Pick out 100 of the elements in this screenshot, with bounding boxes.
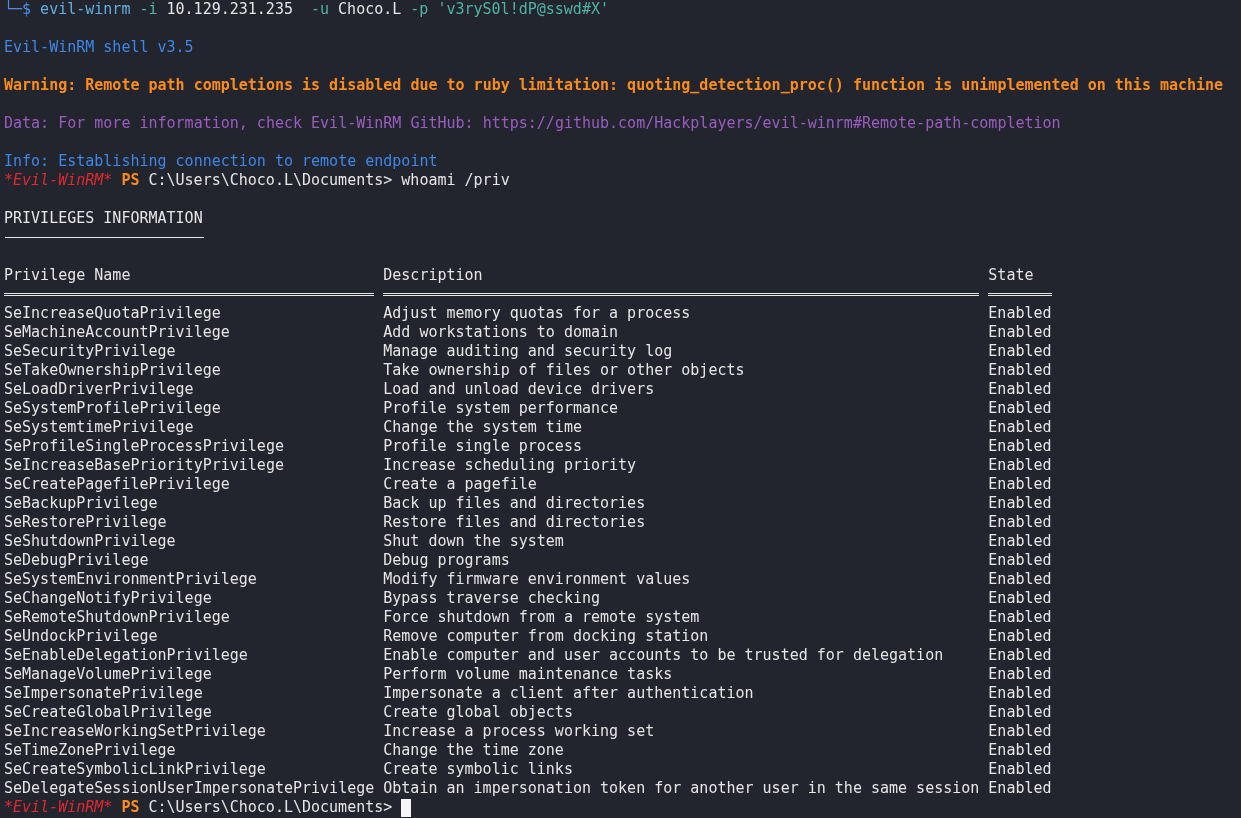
table-cell: Load and unload device drivers bbox=[383, 380, 655, 398]
table-cell: SeEnableDelegationPrivilege bbox=[4, 646, 248, 664]
table-cell: Enabled bbox=[988, 646, 1052, 664]
table-cell: SeCreatePagefilePrivilege bbox=[4, 475, 230, 493]
table-cell: SeIncreaseQuotaPrivilege bbox=[4, 304, 221, 322]
table-cell: Obtain an impersonation token for another user in the same session bbox=[383, 779, 980, 797]
prompt-tag: *Evil-WinRM* bbox=[4, 798, 113, 817]
table-cell: Enabled bbox=[988, 627, 1052, 645]
table-cell: SeMachineAccountPrivilege bbox=[4, 323, 230, 341]
table-cell: Profile single process bbox=[383, 437, 582, 455]
table-cell: Modify firmware environment values bbox=[383, 570, 691, 588]
table-cell: SeShutdownPrivilege bbox=[4, 532, 176, 550]
table-cell: Enable computer and user accounts to be trusted for delegation bbox=[383, 646, 944, 664]
prompt-tag: *Evil-WinRM* bbox=[4, 171, 113, 190]
table-cell: Debug programs bbox=[383, 551, 510, 569]
info-message: Info: Establishing connection to remote endpoint bbox=[4, 152, 438, 171]
table-cell: SeSystemProfilePrivilege bbox=[4, 399, 221, 417]
table-cell: Enabled bbox=[988, 665, 1052, 683]
table-cell: Enabled bbox=[988, 570, 1052, 588]
table-cell: Enabled bbox=[988, 323, 1052, 341]
table-cell: Enabled bbox=[988, 494, 1052, 512]
table-cell: Manage auditing and security log bbox=[383, 342, 673, 360]
prompt-shell: PS bbox=[121, 798, 140, 817]
column-header: Description bbox=[383, 266, 483, 284]
table-cell: Take ownership of files or other objects bbox=[383, 361, 745, 379]
table-cell: SeSystemtimePrivilege bbox=[4, 418, 194, 436]
table-cell: SeTimeZonePrivilege bbox=[4, 741, 176, 759]
table-cell: Enabled bbox=[988, 779, 1052, 797]
table-cell: SeProfileSingleProcessPrivilege bbox=[4, 437, 284, 455]
table-cell: Enabled bbox=[988, 513, 1052, 531]
table-cell: SeSystemEnvironmentPrivilege bbox=[4, 570, 257, 588]
prompt-path: C:\Users\Choco.L\Documents> bbox=[148, 798, 393, 817]
table-cell: SeCreateSymbolicLinkPrivilege bbox=[4, 760, 266, 778]
command-token: -u bbox=[311, 0, 330, 19]
table-cell: SeDebugPrivilege bbox=[4, 551, 149, 569]
table-cell: Enabled bbox=[988, 741, 1052, 759]
table-cell: Enabled bbox=[988, 361, 1052, 379]
table-cell: Enabled bbox=[988, 456, 1052, 474]
table-cell: Enabled bbox=[988, 703, 1052, 721]
table-cell: Enabled bbox=[988, 608, 1052, 626]
table-cell: SeDelegateSessionUserImpersonatePrivilege bbox=[4, 779, 375, 797]
table-cell: Bypass traverse checking bbox=[383, 589, 601, 607]
table-cell: Change the system time bbox=[383, 418, 582, 436]
command-token: 10.129.231.235 bbox=[166, 0, 294, 19]
command-token: Choco.L bbox=[338, 0, 402, 19]
column-header: State bbox=[988, 266, 1034, 284]
command-token: -i bbox=[139, 0, 158, 19]
table-cell: SeIncreaseBasePriorityPrivilege bbox=[4, 456, 284, 474]
command-token: 'v3ryS0l!dP@sswd#X' bbox=[437, 0, 609, 19]
prompt-shell: PS bbox=[121, 171, 140, 190]
table-cell: Perform volume maintenance tasks bbox=[383, 665, 673, 683]
table-cell: SeUndockPrivilege bbox=[4, 627, 158, 645]
table-cell: Profile system performance bbox=[383, 399, 619, 417]
table-cell: Force shutdown from a remote system bbox=[383, 608, 700, 626]
column-header: Privilege Name bbox=[4, 266, 131, 284]
table-cell: SeRemoteShutdownPrivilege bbox=[4, 608, 230, 626]
table-cell: SeTakeOwnershipPrivilege bbox=[4, 361, 221, 379]
table-cell: Back up files and directories bbox=[383, 494, 646, 512]
table-cell: SeBackupPrivilege bbox=[4, 494, 158, 512]
command-token: evil-winrm bbox=[40, 0, 131, 19]
table-cell: Create global objects bbox=[383, 703, 573, 721]
table-cell: Enabled bbox=[988, 437, 1052, 455]
table-cell: Enabled bbox=[988, 475, 1052, 493]
table-cell: Shut down the system bbox=[383, 532, 564, 550]
table-cell: Enabled bbox=[988, 380, 1052, 398]
prompt-path: C:\Users\Choco.L\Documents> bbox=[148, 171, 393, 190]
banner-message: Evil-WinRM shell v3.5 bbox=[4, 38, 194, 57]
table-cell: Enabled bbox=[988, 722, 1052, 740]
table-cell: Enabled bbox=[988, 342, 1052, 360]
table-cell: Create symbolic links bbox=[383, 760, 573, 778]
table-cell: Restore files and directories bbox=[383, 513, 646, 531]
table-cell: Create a pagefile bbox=[383, 475, 537, 493]
table-cell: Enabled bbox=[988, 399, 1052, 417]
shell-prompt: └─$ bbox=[4, 0, 32, 19]
table-cell: Enabled bbox=[988, 760, 1052, 778]
table-cell: Adjust memory quotas for a process bbox=[383, 304, 691, 322]
table-cell: SeCreateGlobalPrivilege bbox=[4, 703, 212, 721]
output-title: PRIVILEGES INFORMATION bbox=[4, 209, 203, 228]
table-cell: Add workstations to domain bbox=[383, 323, 619, 341]
table-cell: SeLoadDriverPrivilege bbox=[4, 380, 194, 398]
table-cell: Increase a process working set bbox=[383, 722, 655, 740]
warning-message: Warning: Remote path completions is disabled due to ruby limitation: quoting_detection_proc() function is unimplemented on this machine bbox=[4, 76, 1224, 95]
table-cell: SeRestorePrivilege bbox=[4, 513, 167, 531]
table-cell: Enabled bbox=[988, 532, 1052, 550]
table-cell: Enabled bbox=[988, 304, 1052, 322]
data-message: Data: For more information, check Evil-WinRM GitHub: https://github.com/Hackplayers/evil-winrm#Remote-path-completion bbox=[4, 114, 1061, 133]
table-cell: Impersonate a client after authentication bbox=[383, 684, 754, 702]
command-token: -p bbox=[410, 0, 429, 19]
table-cell: Increase scheduling priority bbox=[383, 456, 637, 474]
table-cell: Remove computer from docking station bbox=[383, 627, 709, 645]
table-cell: Enabled bbox=[988, 589, 1052, 607]
command-text: whoami /priv bbox=[401, 171, 510, 190]
table-cell: SeImpersonatePrivilege bbox=[4, 684, 203, 702]
table-cell: Enabled bbox=[988, 551, 1052, 569]
table-cell: SeChangeNotifyPrivilege bbox=[4, 589, 212, 607]
table-cell: SeIncreaseWorkingSetPrivilege bbox=[4, 722, 266, 740]
table-cell: SeSecurityPrivilege bbox=[4, 342, 176, 360]
table-cell: Change the time zone bbox=[383, 741, 564, 759]
table-cell: SeManageVolumePrivilege bbox=[4, 665, 212, 683]
table-cell: Enabled bbox=[988, 418, 1052, 436]
